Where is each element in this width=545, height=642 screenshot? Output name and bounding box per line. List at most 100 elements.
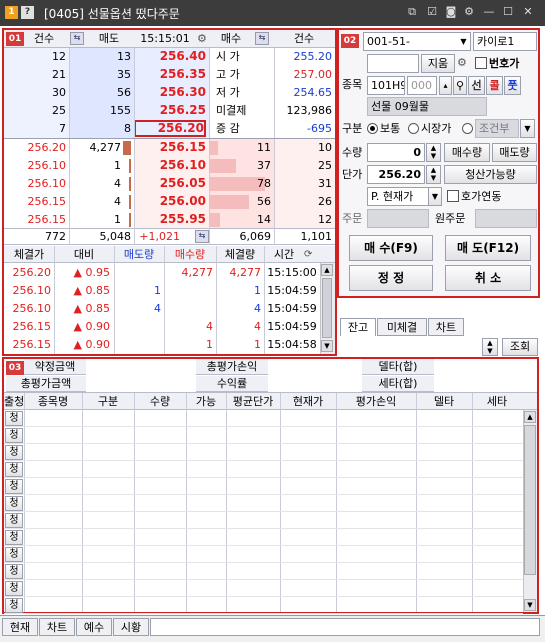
table-row[interactable]: [4, 597, 523, 614]
scroll-thumb-balance[interactable]: [524, 425, 536, 575]
qty-input[interactable]: 0: [367, 143, 425, 162]
scroll-down-icon[interactable]: ▼: [321, 340, 333, 352]
table-row[interactable]: [4, 546, 523, 563]
ask-qty[interactable]: 13: [69, 48, 131, 65]
price-input[interactable]: 256.20: [367, 165, 425, 184]
ask-price[interactable]: 256.35: [134, 66, 206, 83]
table-row[interactable]: [4, 563, 523, 580]
table-row[interactable]: [4, 529, 523, 546]
tab-unfilled[interactable]: 미체결: [377, 318, 427, 336]
pw-checkbox[interactable]: [475, 57, 487, 69]
swap-icon-bottom[interactable]: ⇆: [195, 230, 209, 243]
swap-icon-right[interactable]: ⇆: [255, 32, 269, 45]
row-liquidate-button[interactable]: 청: [5, 428, 23, 443]
scroll-down-icon-balance[interactable]: ▼: [524, 599, 536, 611]
account-select[interactable]: 001-51-: [363, 32, 471, 51]
status-tab-current[interactable]: 현재: [2, 618, 38, 636]
gear-icon-order[interactable]: ⚙: [457, 56, 471, 70]
bid-price[interactable]: 256.00: [134, 193, 206, 210]
tab-balance[interactable]: 잔고: [340, 318, 376, 336]
sell-button[interactable]: 매 도(F12): [445, 235, 531, 261]
ask-qty[interactable]: 8: [69, 120, 131, 137]
table-row[interactable]: [4, 512, 523, 529]
ask-qty[interactable]: 35: [69, 66, 131, 83]
settings-icon[interactable]: ⚙: [462, 5, 476, 19]
ask-price[interactable]: 256.20: [134, 120, 206, 137]
bid-qty[interactable]: 11: [209, 139, 271, 156]
table-row[interactable]: [4, 580, 523, 597]
buy-button[interactable]: 매 수(F9): [349, 235, 433, 261]
swap-icon[interactable]: ⇆: [70, 32, 84, 45]
scroll-thumb[interactable]: [322, 278, 332, 338]
camera-icon[interactable]: ◙: [444, 5, 458, 19]
status-tab-deposit[interactable]: 예수: [76, 618, 112, 636]
gear-icon[interactable]: ⚙: [197, 32, 210, 45]
modify-button[interactable]: 정 정: [349, 265, 433, 291]
search-icon[interactable]: ⚲: [453, 76, 467, 95]
ask-qty[interactable]: 56: [69, 84, 131, 101]
qty-stepper[interactable]: ▲ ▼: [426, 143, 441, 162]
bid-qty[interactable]: 14: [209, 211, 271, 228]
radio-normal[interactable]: [367, 123, 378, 134]
memo-icon[interactable]: ☑: [425, 5, 439, 19]
code2-input[interactable]: 000: [407, 76, 437, 95]
row-liquidate-button[interactable]: 청: [5, 547, 23, 562]
hoga-link-checkbox[interactable]: [447, 190, 459, 202]
chevron-down-icon-ptype[interactable]: ▼: [428, 187, 442, 206]
price-type-select[interactable]: P. 현재가: [367, 187, 429, 206]
bid-price[interactable]: 255.95: [134, 211, 206, 228]
tab-chart[interactable]: 차트: [428, 318, 464, 336]
ask-price[interactable]: 256.30: [134, 84, 206, 101]
row-liquidate-button[interactable]: 청: [5, 411, 23, 426]
password-input[interactable]: [367, 54, 419, 73]
row-liquidate-button[interactable]: 청: [5, 581, 23, 596]
bid-price[interactable]: 256.10: [134, 157, 206, 174]
bid-qty[interactable]: 37: [209, 157, 271, 174]
bid-price[interactable]: 256.15: [134, 139, 206, 156]
table-row[interactable]: [4, 495, 523, 512]
chevron-down-icon-cond[interactable]: ▼: [520, 119, 535, 138]
query-button[interactable]: 조회: [502, 338, 538, 356]
help-icon[interactable]: ?: [21, 6, 34, 19]
ask-qty[interactable]: 155: [69, 102, 131, 119]
ask-price[interactable]: 256.25: [134, 102, 206, 119]
table-row[interactable]: [4, 410, 523, 427]
row-liquidate-button[interactable]: 청: [5, 513, 23, 528]
chevron-down-icon[interactable]: ▼: [457, 33, 470, 50]
code-input[interactable]: 101H9: [367, 76, 405, 95]
table-row[interactable]: [4, 444, 523, 461]
put-button[interactable]: 풋: [504, 76, 521, 95]
cancel-button[interactable]: 취 소: [445, 265, 531, 291]
price-stepper[interactable]: ▲ ▼: [426, 165, 441, 184]
row-liquidate-button[interactable]: 청: [5, 445, 23, 460]
radio-market[interactable]: [408, 123, 419, 134]
status-tab-chart[interactable]: 차트: [39, 618, 75, 636]
scroll-up-icon-balance[interactable]: ▲: [524, 411, 536, 423]
liquidation-qty-button[interactable]: 청산가능량: [444, 165, 537, 184]
bid-qty[interactable]: 78: [209, 175, 271, 192]
table-row[interactable]: [4, 478, 523, 495]
row-liquidate-button[interactable]: 청: [5, 564, 23, 579]
link-icon[interactable]: ⧉: [405, 5, 419, 19]
code-spinner[interactable]: ▴: [439, 76, 452, 95]
query-stepper[interactable]: ▲ ▼: [482, 338, 498, 356]
row-liquidate-button[interactable]: 청: [5, 496, 23, 511]
row-liquidate-button[interactable]: 청: [5, 598, 23, 613]
maximize-icon[interactable]: ☐: [501, 5, 515, 19]
status-tab-market[interactable]: 시황: [113, 618, 149, 636]
ask-price[interactable]: 256.40: [134, 48, 206, 65]
close-icon[interactable]: ✕: [521, 5, 535, 19]
row-liquidate-button[interactable]: 청: [5, 530, 23, 545]
table-row[interactable]: [4, 427, 523, 444]
conditional-select[interactable]: 조건부: [475, 119, 519, 138]
table-row[interactable]: [4, 461, 523, 478]
scroll-up-icon[interactable]: ▲: [321, 264, 333, 276]
sellable-qty-button[interactable]: 매도량: [492, 143, 537, 162]
call-button[interactable]: 콜: [486, 76, 503, 95]
bid-qty[interactable]: 56: [209, 193, 271, 210]
clear-button[interactable]: 지움: [421, 54, 455, 73]
minimize-icon[interactable]: —: [482, 5, 496, 19]
buyable-qty-button[interactable]: 매수량: [444, 143, 490, 162]
bid-price[interactable]: 256.05: [134, 175, 206, 192]
refresh-icon[interactable]: ⟳: [304, 248, 317, 261]
